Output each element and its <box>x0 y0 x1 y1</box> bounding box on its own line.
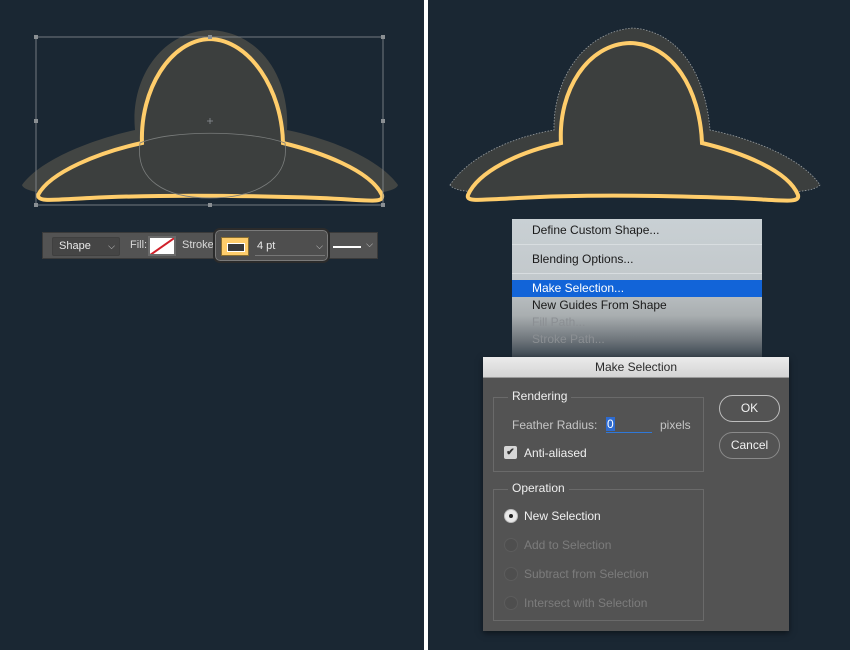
right-canvas-panel: Define Custom Shape... Blending Options.… <box>428 0 850 650</box>
subtract-from-selection-label: Subtract from Selection <box>524 567 649 581</box>
menu-item-blending-options[interactable]: Blending Options... <box>512 251 762 268</box>
operation-legend: Operation <box>508 481 569 495</box>
menu-separator <box>512 273 762 274</box>
left-canvas-panel: Shape ⌵ Fill: Stroke: 4 pt ⌵ ⌵ <box>0 0 424 650</box>
operation-group: Operation New Selection Add to Selection… <box>493 481 704 621</box>
checkmark-icon: ✔ <box>506 447 515 458</box>
fill-label: Fill: <box>130 239 148 251</box>
radio-intersect-with-selection <box>504 596 518 610</box>
intersect-with-selection-label: Intersect with Selection <box>524 596 648 610</box>
make-selection-dialog: Make Selection Rendering Feather Radius:… <box>483 357 789 631</box>
menu-item-define-custom-shape[interactable]: Define Custom Shape... <box>512 222 762 239</box>
hat-shape-path[interactable] <box>465 40 801 203</box>
stroke-width-select[interactable]: 4 pt ⌵ <box>255 237 325 256</box>
feather-radius-label: Feather Radius: <box>512 418 598 432</box>
menu-item-new-guides-from-shape[interactable]: New Guides From Shape <box>512 297 762 314</box>
chevron-down-icon: ⌵ <box>316 241 323 251</box>
anti-aliased-label: Anti-aliased <box>524 446 587 460</box>
radio-subtract-from-selection <box>504 567 518 581</box>
menu-item-stroke-path: Stroke Path... <box>532 332 605 346</box>
radio-new-selection[interactable] <box>504 509 518 523</box>
fill-swatch-none[interactable] <box>148 236 176 256</box>
radio-add-to-selection <box>504 538 518 552</box>
chevron-down-icon: ⌵ <box>108 241 115 251</box>
stroke-type-select[interactable]: ⌵ <box>333 237 375 256</box>
ok-button[interactable]: OK <box>719 395 780 422</box>
shape-options-bar: Shape ⌵ Fill: Stroke: 4 pt ⌵ ⌵ <box>42 228 378 263</box>
menu-item-make-selection[interactable]: Make Selection... <box>512 280 762 297</box>
stroke-label: Stroke: <box>182 239 217 251</box>
stroke-color-swatch[interactable] <box>221 237 249 256</box>
feather-unit-label: pixels <box>660 418 691 432</box>
menu-separator <box>512 244 762 245</box>
rendering-legend: Rendering <box>508 389 572 403</box>
shape-context-menu: Define Custom Shape... Blending Options.… <box>512 219 762 357</box>
tool-mode-select[interactable]: Shape ⌵ <box>52 237 120 256</box>
stroke-settings-highlight: 4 pt ⌵ <box>213 228 330 263</box>
chevron-down-icon: ⌵ <box>366 239 373 249</box>
menu-item-fill-path: Fill Path... <box>532 315 586 329</box>
hat-shape-canvas[interactable] <box>0 0 424 650</box>
rendering-group: Rendering Feather Radius: 0 pixels ✔ Ant… <box>493 389 704 472</box>
new-selection-label: New Selection <box>524 509 601 523</box>
dialog-title: Make Selection <box>483 357 789 378</box>
add-to-selection-label: Add to Selection <box>524 538 612 552</box>
cancel-button[interactable]: Cancel <box>719 432 780 459</box>
solid-line-icon <box>333 246 361 248</box>
feather-radius-input[interactable]: 0 <box>606 416 652 433</box>
anti-aliased-checkbox[interactable]: ✔ <box>504 446 517 459</box>
